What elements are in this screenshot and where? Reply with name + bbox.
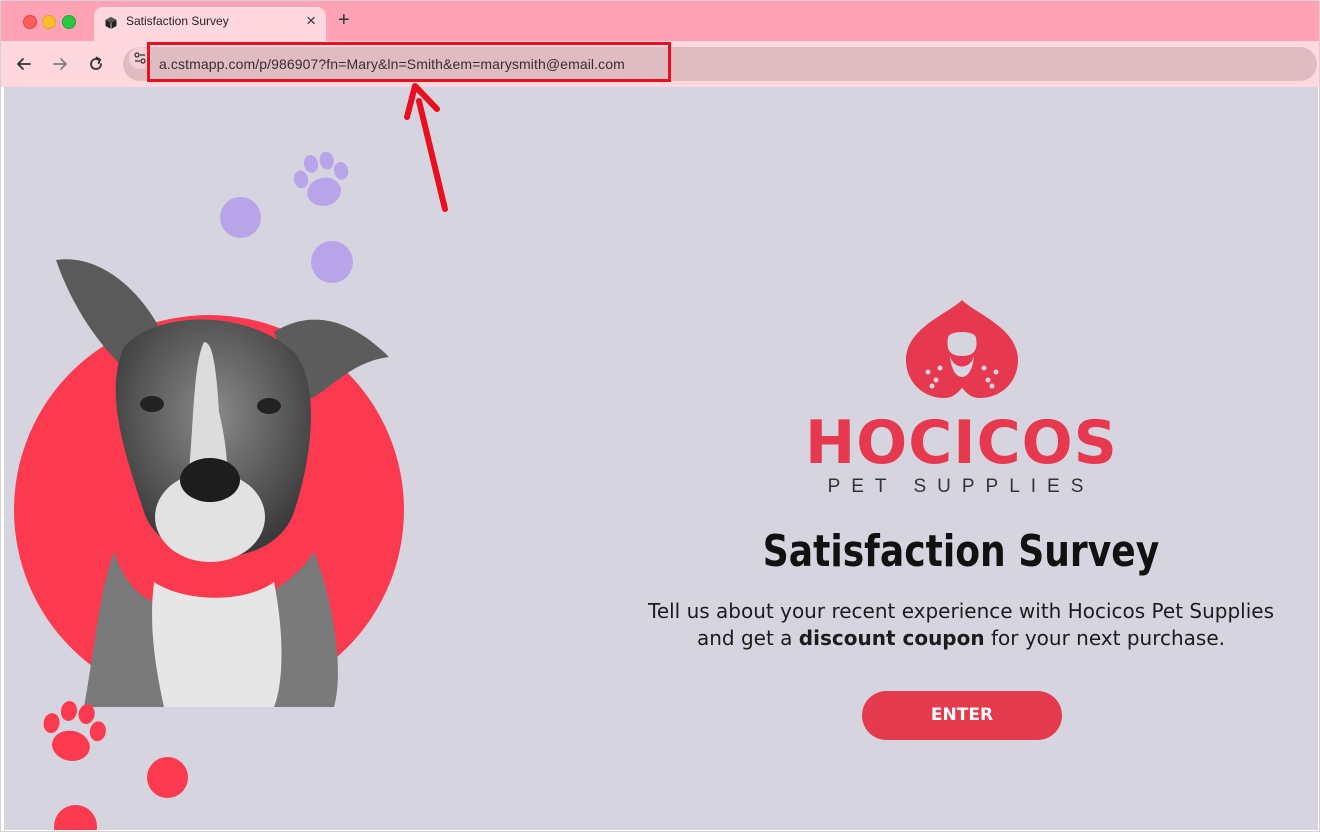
survey-page — [4, 87, 1318, 830]
browser-window: Satisfaction Survey × + a.cstmapp.com/p/… — [0, 0, 1320, 832]
window-minimize-button[interactable] — [42, 15, 56, 29]
window-maximize-button[interactable] — [62, 15, 76, 29]
reload-icon[interactable] — [85, 53, 107, 75]
tab-strip: Satisfaction Survey × + — [1, 1, 1319, 41]
decor-dot — [147, 757, 188, 798]
paw-print-icon — [43, 700, 106, 761]
description-bold: discount coupon — [798, 626, 985, 650]
back-arrow-icon[interactable] — [13, 53, 35, 75]
url-highlight-box — [147, 42, 671, 82]
cube-icon — [105, 17, 117, 29]
description-line-1: Tell us about your recent experience wit… — [648, 599, 1274, 623]
hocicos-logo-icon — [906, 300, 1018, 398]
forward-arrow-icon[interactable] — [49, 53, 71, 75]
new-tab-button[interactable]: + — [338, 9, 350, 31]
brand-tagline: PET SUPPLIES — [827, 476, 1095, 497]
description-pre: and get a — [697, 626, 799, 650]
tab-title: Satisfaction Survey — [126, 14, 229, 28]
description-post: for your next purchase. — [984, 626, 1225, 650]
window-close-button[interactable] — [23, 15, 37, 29]
decor-dot — [54, 805, 97, 830]
enter-button[interactable]: ENTER — [862, 691, 1062, 740]
dog-photo — [56, 259, 389, 707]
page-title: Satisfaction Survey — [762, 526, 1160, 577]
tab-satisfaction-survey[interactable]: Satisfaction Survey × — [94, 7, 326, 41]
brand-name: HOCICOS — [805, 408, 1118, 478]
decor-dot — [220, 197, 261, 238]
survey-description: Tell us about your recent experience wit… — [621, 598, 1301, 652]
paw-print-icon — [293, 151, 349, 206]
close-tab-icon[interactable]: × — [306, 11, 316, 31]
